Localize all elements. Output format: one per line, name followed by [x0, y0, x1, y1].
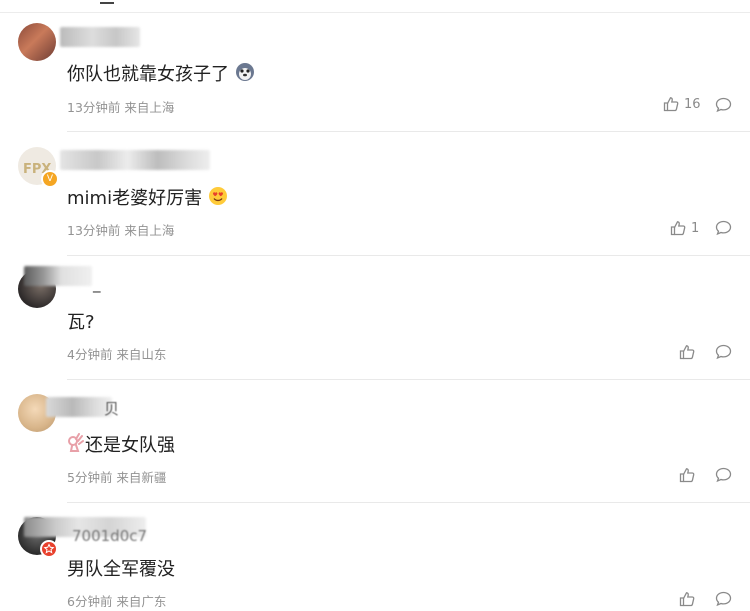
thumbs-up-icon: [679, 468, 695, 483]
divider: [67, 255, 750, 256]
time-location: 4分钟前 来自山东: [67, 347, 167, 362]
avatar[interactable]: [18, 23, 56, 61]
username-suffix: 7001d0c7: [72, 527, 148, 545]
divider: [67, 379, 750, 380]
time-location: 5分钟前 来自新疆: [67, 470, 167, 485]
underscore-mark: [100, 2, 114, 4]
thumbs-up-icon: [679, 345, 695, 360]
thumbs-up-icon: [670, 221, 686, 236]
thumbs-up-icon: [679, 592, 695, 607]
ok-hand-emoji-icon: [67, 433, 85, 458]
comment-bubble-icon: [715, 591, 732, 607]
red-badge: [40, 540, 58, 558]
comment-bubble-icon: [715, 220, 732, 236]
comment-text: 你队也就靠女孩子了: [67, 60, 255, 87]
like-count: 1: [691, 220, 700, 236]
like-button[interactable]: [679, 467, 695, 483]
comment-bubble-icon: [715, 344, 732, 360]
comment-text-body: 瓦?: [67, 312, 95, 333]
comment-bubble-icon: [715, 97, 732, 113]
like-button[interactable]: 1: [670, 220, 699, 236]
username-blurred[interactable]: [60, 27, 140, 47]
comment-text-body: 还是女队强: [85, 435, 175, 456]
username-suffix: _: [93, 275, 101, 293]
verified-badge: V: [41, 170, 59, 188]
comment-bubble-icon: [715, 467, 732, 483]
divider: [67, 131, 750, 132]
reply-button[interactable]: [715, 97, 732, 117]
reply-button[interactable]: [715, 220, 732, 240]
username-blurred[interactable]: [60, 150, 210, 170]
comment-text-body: 你队也就靠女孩子了: [67, 64, 229, 85]
username-blurred[interactable]: [24, 266, 92, 286]
reply-button[interactable]: [715, 591, 732, 611]
previous-comment-edge: [0, 0, 750, 13]
time-location: 13分钟前 来自上海: [67, 223, 175, 238]
heart-eyes-emoji-icon: [208, 186, 228, 211]
comment-text-body: mimi老婆好厉害: [67, 188, 203, 209]
username-suffix: 贝: [104, 400, 120, 418]
reply-button[interactable]: [715, 467, 732, 487]
divider: [67, 502, 750, 503]
like-count: 16: [684, 96, 701, 112]
comment-text-body: 男队全军覆没: [67, 559, 175, 580]
thumbs-up-icon: [663, 97, 679, 112]
comment-text: 瓦?: [67, 308, 95, 334]
like-button[interactable]: 16: [663, 96, 701, 112]
time-location: 6分钟前 来自广东: [67, 594, 167, 609]
comment-text: 还是女队强: [67, 431, 175, 458]
star-icon: [43, 543, 55, 554]
like-button[interactable]: [679, 344, 695, 360]
time-location: 13分钟前 来自上海: [67, 100, 175, 115]
comment-text: mimi老婆好厉害: [67, 184, 228, 211]
husky-emoji-icon: [235, 62, 255, 87]
like-button[interactable]: [679, 591, 695, 607]
reply-button[interactable]: [715, 344, 732, 364]
username-blurred[interactable]: [46, 397, 112, 417]
comment-text: 男队全军覆没: [67, 555, 175, 581]
